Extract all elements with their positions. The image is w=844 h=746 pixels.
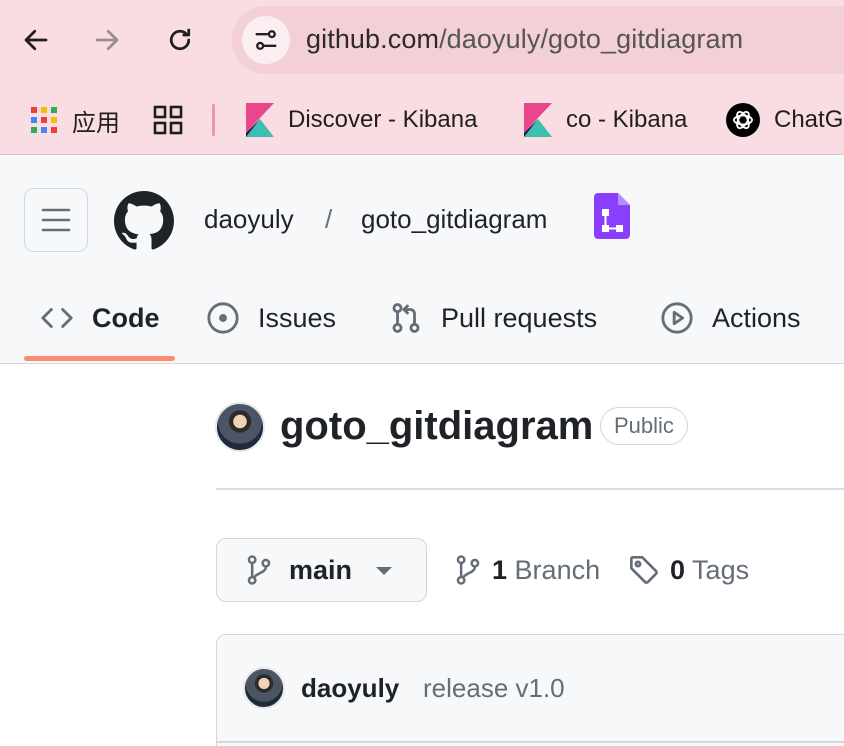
apps-grid-icon <box>31 107 57 133</box>
branch-name: main <box>289 554 353 585</box>
commit-author-avatar[interactable] <box>243 667 285 709</box>
tab-issues[interactable]: Issues <box>206 296 336 340</box>
bookmark-label: Discover - Kibana <box>288 106 478 133</box>
breadcrumb-repo[interactable]: goto_gitdiagram <box>361 204 547 235</box>
address-bar[interactable]: github.com/daoyuly/goto_gitdiagram <box>232 6 844 74</box>
title-divider <box>216 488 844 490</box>
branch-selector-button[interactable]: main <box>216 538 427 602</box>
back-button[interactable] <box>16 20 56 60</box>
bookmark-label: ChatG <box>774 106 844 133</box>
browser-toolbar: github.com/daoyuly/goto_gitdiagram 应用 Di… <box>0 0 844 155</box>
reload-button[interactable] <box>160 20 200 60</box>
owner-avatar[interactable] <box>215 402 265 452</box>
bookmark-co-kibana[interactable]: co - Kibana <box>524 96 687 144</box>
reload-icon <box>169 28 191 51</box>
bookmark-label: 应用 <box>72 109 120 137</box>
bookmark-apps[interactable]: 应用 <box>30 96 120 144</box>
branch-count-label: Branch <box>514 554 601 585</box>
git-branch-icon <box>247 555 271 585</box>
chatgpt-icon <box>726 103 760 137</box>
forward-button[interactable] <box>87 20 127 60</box>
github-logo-icon[interactable] <box>114 191 174 251</box>
breadcrumb-owner[interactable]: daoyuly <box>204 204 294 235</box>
branches-link[interactable]: 1 Branch <box>454 552 600 588</box>
tab-code[interactable]: Code <box>40 296 160 340</box>
kibana-icon <box>246 103 274 137</box>
latest-commit-box: daoyuly release v1.0 <box>216 634 844 746</box>
active-tab-underline <box>24 356 175 361</box>
play-circle-icon <box>661 302 693 334</box>
git-branch-icon <box>456 555 480 585</box>
arrow-right-icon <box>95 29 119 51</box>
tag-count-label: Tags <box>692 554 750 585</box>
bookmarks-divider <box>212 104 215 136</box>
bookmark-tab-groups[interactable] <box>153 96 183 144</box>
tab-label: Code <box>92 302 160 333</box>
tab-label: Actions <box>712 302 801 333</box>
issue-circle-icon <box>207 302 239 334</box>
bookmarks-bar: 应用 Discover - Kibana co - Kibana ChatG <box>0 96 844 144</box>
bookmark-label: co - Kibana <box>566 106 688 133</box>
arrow-left-icon <box>24 29 48 51</box>
tab-groups-icon <box>153 105 183 135</box>
bookmark-chatgpt[interactable]: ChatG <box>726 96 843 144</box>
breadcrumb-separator: / <box>325 204 333 234</box>
tab-label: Issues <box>258 302 337 333</box>
code-icon <box>41 308 73 328</box>
chevron-down-icon <box>376 567 392 575</box>
tab-pull-requests[interactable]: Pull requests <box>389 296 597 340</box>
repo-header: daoyuly / goto_gitdiagram Code Issues Pu… <box>0 156 844 364</box>
tags-link[interactable]: 0 Tags <box>628 552 749 588</box>
branch-count: 1 <box>492 554 508 585</box>
pull-request-icon <box>392 303 420 333</box>
commit-message[interactable]: release v1.0 <box>423 673 565 704</box>
repo-title: goto_gitdiagram <box>280 404 594 448</box>
commit-author[interactable]: daoyuly <box>301 673 399 704</box>
commit-divider <box>217 741 844 743</box>
tab-actions[interactable]: Actions <box>660 296 801 340</box>
tab-label: Pull requests <box>441 302 598 333</box>
site-settings-icon[interactable] <box>242 16 290 64</box>
hamburger-icon <box>41 208 71 232</box>
tag-count: 0 <box>670 554 686 585</box>
kibana-icon <box>524 103 552 137</box>
bookmark-discover-kibana[interactable]: Discover - Kibana <box>246 96 477 144</box>
tag-icon <box>630 556 658 584</box>
gitdiagram-extension-icon[interactable] <box>594 193 630 239</box>
menu-button[interactable] <box>24 188 88 252</box>
visibility-badge: Public <box>600 407 688 445</box>
url-text[interactable]: github.com/daoyuly/goto_gitdiagram <box>306 24 743 55</box>
